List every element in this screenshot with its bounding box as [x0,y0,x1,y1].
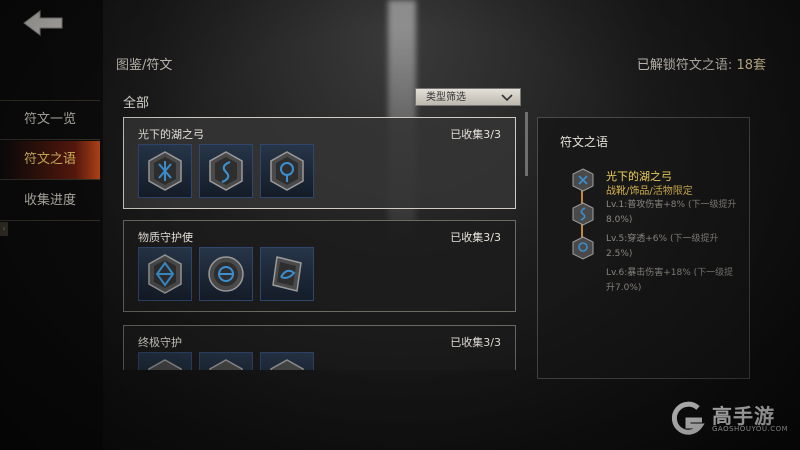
runeword-list[interactable]: 光下的湖之弓 已收集3/3 物质守护使 已收集3/3 终极守护 已收集3/3 [118,112,528,370]
site-watermark: 高手游 GAOSHOUYOU.COM [668,400,794,440]
back-arrow-icon[interactable] [22,8,66,38]
chevron-down-icon [500,89,514,114]
bonus-text: Lv.6:暴击伤害+18% (下一级提升7.0%) [606,268,734,293]
filter-all-label: 全部 [123,96,150,111]
unlocked-runeword-count: 已解锁符文之语: 18套 [637,54,766,73]
bonus-text: Lv.5:穿透+6% (下一级提升2.5%) [606,234,719,259]
runeword-detail-panel: 符文之语 光下的湖之弓 战靴/饰品/活物限定 Lv.1:普攻伤害+8% (下一级… [537,117,750,379]
brand-logo-icon [671,401,705,435]
rune-slot[interactable] [260,247,314,301]
rune-slot[interactable] [138,247,192,301]
rune-slot[interactable] [138,144,192,198]
sidebar-item-collection-progress[interactable]: 收集进度 [0,182,100,221]
detail-runeword-restriction: 战靴/饰品/活物限定 [606,186,693,197]
rune-stone-icon [572,168,594,196]
sidebar-expand-tab[interactable]: › [0,222,8,236]
rune-stone-icon [148,151,182,191]
type-filter-label: 类型筛选 [426,92,466,103]
sidebar-item-label: 收集进度 [23,193,76,208]
rune-slot[interactable] [199,144,253,198]
rune-stone-icon [148,359,182,370]
runeword-count: 已收集3/3 [450,128,501,141]
sidebar-item-rune-overview[interactable]: 符文一览 [0,100,100,140]
unlocked-label: 已解锁符文之语: [636,58,733,73]
rune-stone-icon [148,254,182,294]
rune-slot[interactable] [199,247,253,301]
rune-stone-icon [572,202,594,230]
sidebar: 符文一览 符文之语 收集进度 [0,0,103,450]
rune-stone-icon [270,151,304,191]
detail-panel-title: 符文之语 [560,135,609,149]
sidebar-item-label: 符文之语 [23,152,76,167]
runeword-card[interactable]: 物质守护使 已收集3/3 [123,220,516,312]
rune-stone-icon [272,256,302,292]
rune-slot[interactable] [260,144,314,198]
sidebar-item-runewords[interactable]: 符文之语 [0,141,100,180]
sidebar-item-label: 符文一览 [23,112,76,127]
bonus-text: Lv.1:普攻伤害+8% (下一级提升8.0%) [606,200,737,225]
rune-stone-icon [208,256,244,292]
chevron-right-icon: › [2,224,6,233]
type-filter-dropdown[interactable]: 类型筛选 [415,88,521,106]
runeword-title: 物质守护使 [138,231,193,244]
rune-stone-icon [209,359,243,370]
rune-slot[interactable] [199,352,253,370]
watermark-site: GAOSHOUYOU.COM [712,425,789,433]
rune-stone-icon [572,236,594,264]
rune-stone-icon [209,151,243,191]
breadcrumb: 图鉴/符文 [116,58,173,73]
unlocked-value: 18套 [736,58,766,73]
rune-stone-icon [270,359,304,370]
rune-slot[interactable] [138,352,192,370]
list-scrollbar[interactable] [525,112,528,176]
runeword-count: 已收集3/3 [450,231,501,244]
runeword-card[interactable]: 终极守护 已收集3/3 [123,325,516,370]
rune-slot[interactable] [260,352,314,370]
runeword-card[interactable]: 光下的湖之弓 已收集3/3 [123,117,516,209]
runeword-count: 已收集3/3 [450,336,501,349]
runeword-title: 终极守护 [138,336,182,349]
runeword-title: 光下的湖之弓 [138,128,204,141]
